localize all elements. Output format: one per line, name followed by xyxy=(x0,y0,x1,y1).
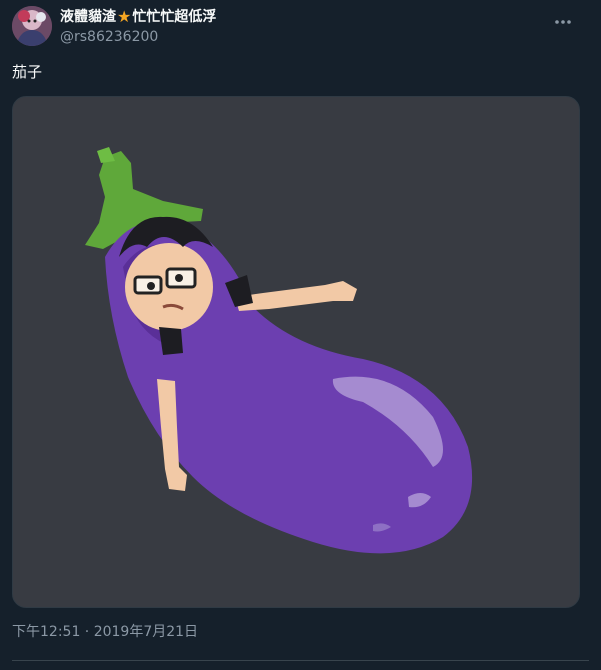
tweet-header: 液體貓渣 ★ 忙忙忙超低浮 @rs86236200 xyxy=(12,6,589,50)
avatar-image xyxy=(12,6,52,46)
tweet-media-image[interactable] xyxy=(12,96,580,608)
divider xyxy=(12,660,589,661)
tweet-timestamp[interactable]: 下午12:51 · 2019年7月21日 xyxy=(12,623,198,641)
avatar[interactable] xyxy=(12,6,52,46)
tweet-text: 茄子 xyxy=(12,63,43,81)
more-options-button[interactable] xyxy=(551,12,575,32)
tweet-detail: 液體貓渣 ★ 忙忙忙超低浮 @rs86236200 茄子 下午12:51 · 2… xyxy=(0,0,601,670)
display-name-part1: 液體貓渣 xyxy=(60,9,116,25)
user-handle[interactable]: @rs86236200 xyxy=(60,28,216,46)
more-dots-icon xyxy=(555,20,571,24)
author-block: 液體貓渣 ★ 忙忙忙超低浮 @rs86236200 xyxy=(60,8,216,46)
display-name[interactable]: 液體貓渣 ★ 忙忙忙超低浮 xyxy=(60,8,216,26)
eggplant-illustration xyxy=(13,97,579,607)
star-icon: ★ xyxy=(117,7,132,26)
display-name-part2: 忙忙忙超低浮 xyxy=(132,9,217,25)
